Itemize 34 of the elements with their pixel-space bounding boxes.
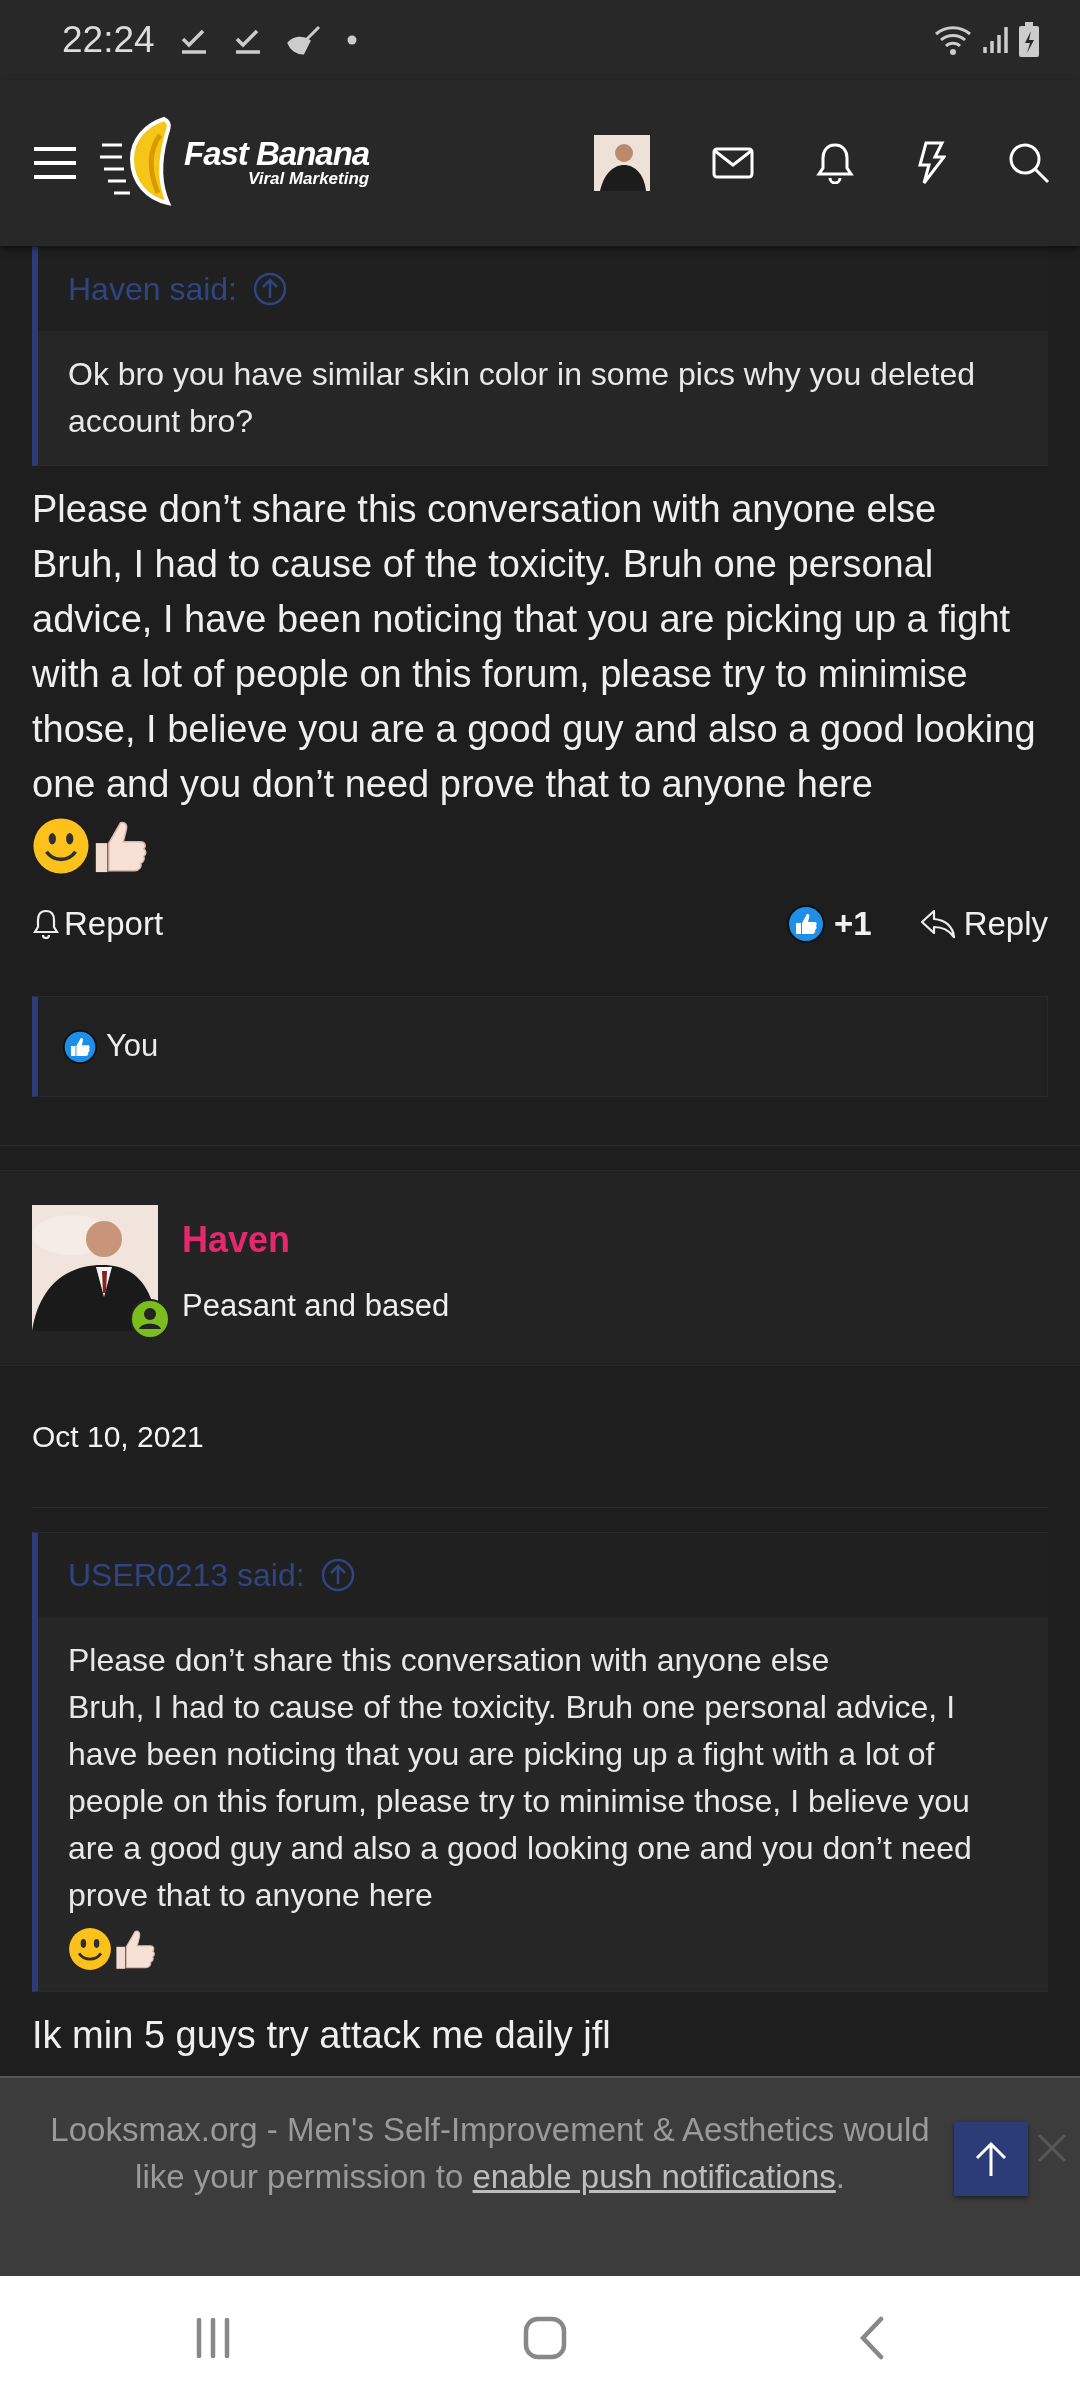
quote-text: Ok bro you have similar skin color in some pics why you deleted account bro? — [68, 356, 976, 439]
scroll-to-top-button[interactable] — [954, 2122, 1028, 2196]
signal-icon — [982, 25, 1010, 55]
user-title: Peasant and based — [182, 1286, 450, 1325]
push-notifications-link[interactable]: enable push notifications — [472, 2158, 836, 2195]
mail-icon[interactable] — [712, 147, 754, 179]
logo-title: Fast Banana — [184, 137, 370, 171]
quote-text: Please don’t share this conversation with anyone else Bruh, I had to cause of the toxicity. Bruh one personal advice, I have been noticing that you are picking up a fight with a lot of people on this forum, please try to minimise those, I believe you are a good guy and also a good looking one and you don’t need prove that to anyone here — [68, 1641, 972, 1913]
reply-icon — [919, 908, 956, 939]
dot-icon — [346, 35, 357, 45]
bell-icon — [32, 908, 60, 939]
report-button[interactable]: Report — [32, 898, 164, 949]
bell-icon[interactable] — [816, 142, 854, 184]
post-text: Ik min 5 guys try attack me daily jfl — [32, 2013, 611, 2056]
smiley-icon — [32, 816, 90, 875]
post-date[interactable]: Oct 10, 2021 — [32, 1365, 1048, 1507]
like-icon — [62, 1028, 98, 1065]
reactions-text[interactable]: You — [106, 1023, 159, 1070]
status-time: 22:24 — [62, 18, 155, 63]
home-icon[interactable] — [523, 2316, 567, 2360]
smiley-icon — [68, 1926, 112, 1971]
reply-button[interactable]: Reply — [919, 898, 1048, 949]
push-notification-message: Looksmax.org - Men's Self-Improvement & Aesthetics would like your permission to enable push notifications. — [50, 2110, 930, 2197]
lightning-icon[interactable] — [916, 141, 946, 185]
username[interactable]: Haven — [182, 1212, 450, 1267]
reaction-count[interactable]: +1 — [834, 898, 872, 949]
logo-subtitle: Viral Marketing — [247, 170, 370, 189]
search-icon[interactable] — [1008, 142, 1050, 184]
battery-charging-icon — [1018, 22, 1040, 58]
site-logo[interactable]: Fast Banana Viral Marketing — [100, 115, 370, 211]
arrow-up-icon — [974, 2140, 1008, 2178]
post-text: Please don’t share this conversation with anyone else Bruh, I had to cause of the toxicity. Bruh one personal advice, I have been noticing that you are picking up a fight with a lot of people on this forum, please try to minimise those, I believe you are a good guy and also a good looking one and you don’t need prove that to anyone here — [32, 488, 1036, 805]
broom-icon — [286, 25, 323, 55]
menu-icon[interactable] — [34, 146, 76, 180]
